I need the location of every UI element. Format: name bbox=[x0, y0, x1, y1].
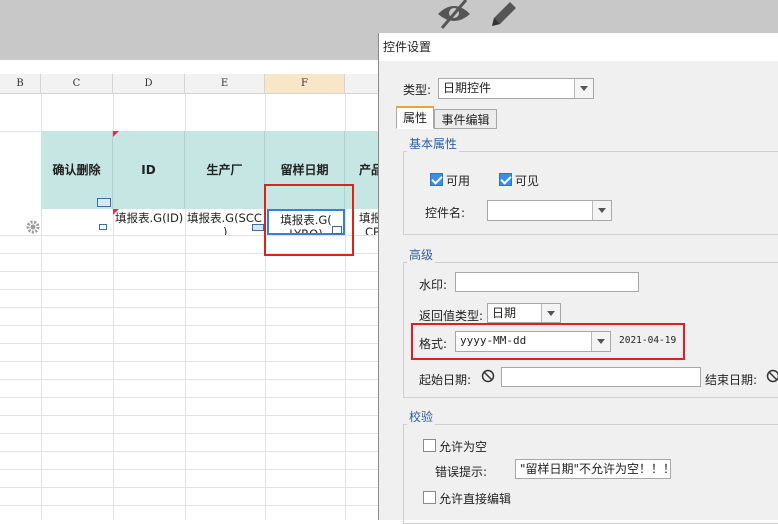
dropdown-widget-icon[interactable] bbox=[252, 224, 264, 231]
chevron-down-icon[interactable] bbox=[592, 201, 611, 220]
comment-marker bbox=[113, 209, 119, 215]
grid-line bbox=[0, 307, 380, 308]
end-date-label: 结束日期: bbox=[705, 371, 757, 388]
column-header-d[interactable]: D bbox=[113, 74, 185, 94]
grid-line bbox=[0, 487, 380, 488]
spreadsheet[interactable]: B C D E F 确认删除 ID 生产厂 留样日期 产品 填报表.G(ID) … bbox=[0, 60, 380, 520]
basic-properties-group bbox=[403, 151, 778, 235]
enabled-label: 可用 bbox=[446, 172, 470, 189]
grid-line bbox=[0, 379, 380, 380]
format-select[interactable]: yyyy-MM-dd bbox=[455, 331, 611, 352]
column-header-b[interactable]: B bbox=[0, 74, 41, 94]
grid-line bbox=[0, 325, 380, 326]
comment-marker bbox=[113, 131, 119, 137]
cell-text: 填报表.G(SCC bbox=[187, 211, 262, 225]
cell-text-line2: ) bbox=[187, 225, 228, 235]
grid-line bbox=[0, 433, 380, 434]
cell-text: 填报 bbox=[359, 211, 380, 225]
control-settings-dialog: 控件设置 类型: 日期控件 属性 事件编辑 基本属性 可用 可见 控件名: 高级… bbox=[378, 33, 778, 520]
validation-title: 校验 bbox=[407, 408, 435, 425]
return-type-select[interactable]: 日期 bbox=[487, 303, 561, 323]
format-value: yyyy-MM-dd bbox=[460, 334, 526, 347]
type-label: 类型: bbox=[403, 81, 431, 98]
chevron-down-icon[interactable] bbox=[541, 304, 560, 322]
grid-line bbox=[0, 361, 380, 362]
grid-line bbox=[0, 289, 380, 290]
grid-line bbox=[0, 415, 380, 416]
watermark-label: 水印: bbox=[419, 276, 447, 293]
format-preview: 2021-04-19 bbox=[619, 335, 676, 346]
grid-line bbox=[0, 397, 380, 398]
error-message-value: "留样日期"不允许为空！！！ bbox=[520, 462, 671, 476]
dialog-title: 控件设置 bbox=[379, 33, 778, 61]
cell-text-line2: CP bbox=[359, 225, 380, 235]
return-type-value: 日期 bbox=[492, 306, 516, 320]
enabled-checkbox[interactable] bbox=[430, 173, 443, 186]
edit-pencil-icon[interactable] bbox=[488, 0, 520, 30]
no-limit-icon[interactable] bbox=[766, 369, 778, 383]
type-select[interactable]: 日期控件 bbox=[438, 78, 594, 99]
basic-properties-title: 基本属性 bbox=[407, 135, 459, 152]
column-header-c[interactable]: C bbox=[41, 74, 113, 94]
settings-gear-icon[interactable] bbox=[26, 220, 40, 234]
header-cell-manufacturer[interactable]: 生产厂 bbox=[185, 131, 265, 209]
column-header-f[interactable]: F bbox=[265, 74, 345, 94]
grid-line bbox=[0, 505, 380, 506]
allow-empty-label: 允许为空 bbox=[439, 438, 487, 455]
chevron-down-icon[interactable] bbox=[574, 79, 593, 98]
hide-eye-icon[interactable] bbox=[434, 0, 474, 30]
header-cell-id[interactable]: ID bbox=[113, 131, 185, 209]
button-widget-icon[interactable] bbox=[97, 198, 111, 207]
tab-properties[interactable]: 属性 bbox=[396, 106, 434, 129]
cell-text: 填报表.G(ID) bbox=[115, 211, 183, 225]
tab-event-edit[interactable]: 事件编辑 bbox=[434, 109, 497, 129]
type-value: 日期控件 bbox=[443, 81, 491, 95]
return-type-label: 返回值类型: bbox=[419, 307, 483, 324]
watermark-input[interactable] bbox=[455, 272, 639, 292]
start-date-input[interactable] bbox=[501, 367, 701, 387]
allow-direct-edit-checkbox[interactable] bbox=[423, 491, 436, 504]
error-message-input[interactable]: "留样日期"不允许为空！！！ bbox=[515, 459, 671, 479]
control-name-label: 控件名: bbox=[425, 204, 465, 221]
no-limit-icon[interactable] bbox=[481, 369, 495, 383]
cell-manufacturer-formula[interactable]: 填报表.G(SCC) bbox=[185, 209, 265, 235]
column-header-g[interactable] bbox=[345, 74, 380, 94]
visible-label: 可见 bbox=[515, 172, 539, 189]
visible-checkbox[interactable] bbox=[499, 173, 512, 186]
grid-line bbox=[0, 343, 380, 344]
advanced-title: 高级 bbox=[407, 246, 435, 263]
column-header-e[interactable]: E bbox=[185, 74, 265, 94]
highlight-box-cell bbox=[264, 184, 354, 256]
cell-id-formula[interactable]: 填报表.G(ID) bbox=[113, 209, 185, 235]
checkbox-widget-icon[interactable] bbox=[99, 224, 107, 230]
error-message-label: 错误提示: bbox=[435, 463, 487, 480]
chevron-down-icon[interactable] bbox=[591, 332, 610, 351]
grid-line bbox=[0, 469, 380, 470]
grid-line bbox=[0, 451, 380, 452]
start-date-label: 起始日期: bbox=[419, 371, 471, 388]
allow-empty-checkbox[interactable] bbox=[423, 439, 436, 452]
control-name-input[interactable] bbox=[487, 200, 612, 221]
allow-direct-edit-label: 允许直接编辑 bbox=[439, 490, 511, 507]
grid-line bbox=[0, 271, 380, 272]
format-label: 格式: bbox=[419, 335, 447, 352]
